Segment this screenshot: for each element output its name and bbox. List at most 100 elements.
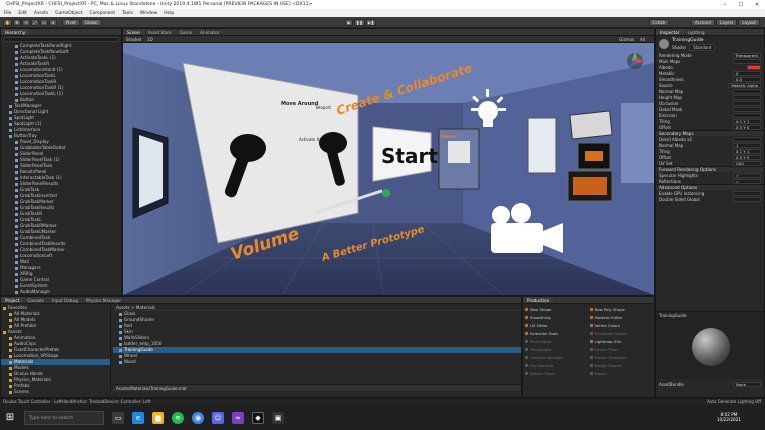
tab-input-debug[interactable]: Input Debug	[48, 297, 82, 303]
tab-game[interactable]: Game	[176, 29, 196, 35]
probuilder-tool-button[interactable]: Detach Faces	[525, 370, 588, 377]
global-toggle[interactable]: Global	[80, 18, 102, 26]
layout-dropdown[interactable]: Layout	[738, 19, 760, 26]
material-preview-sphere[interactable]	[692, 328, 730, 366]
hierarchy-search-input[interactable]	[3, 37, 119, 42]
prop-value[interactable]	[733, 112, 761, 118]
prop-value[interactable]	[733, 190, 761, 196]
menu-file[interactable]: File	[4, 11, 11, 16]
spotify-icon[interactable]: ≋	[172, 411, 184, 424]
probuilder-tool-button[interactable]: Pivot Editor	[525, 338, 588, 345]
probuilder-tool-button[interactable]: Material Editor	[589, 314, 653, 321]
probuilder-tool-button[interactable]: Subdivide Object	[589, 330, 653, 337]
edge-icon[interactable]: e	[132, 411, 144, 424]
probuilder-tool-button[interactable]: Merge Objects	[589, 362, 653, 369]
tab-console[interactable]: Console	[23, 297, 48, 303]
windows-start-icon[interactable]: ⊞	[4, 412, 16, 424]
maximize-icon[interactable]: ☐	[733, 2, 749, 8]
transform-tool-icon[interactable]: ⊕	[48, 18, 57, 26]
menu-window[interactable]: Window	[140, 11, 157, 16]
probuilder-tool-button[interactable]: Smoothing	[525, 314, 588, 321]
taskbar-clock[interactable]: 8:02 PM 10/22/2021	[717, 412, 741, 422]
prop-value[interactable]: ✓	[733, 178, 761, 184]
tab-production[interactable]: Production	[523, 297, 554, 303]
gizmos-dropdown[interactable]: Gizmos	[619, 37, 634, 42]
move-tool-icon[interactable]: ✥	[12, 18, 21, 26]
probuilder-tool-button[interactable]: Triangulate	[525, 346, 588, 353]
tab-physics-manager[interactable]: Physics Manager	[82, 297, 125, 303]
probuilder-tool-button[interactable]: Lightmap UVs	[589, 338, 653, 345]
menu-edit[interactable]: Edit	[18, 11, 27, 16]
prop-value[interactable]	[733, 94, 761, 100]
tab-scene[interactable]: Scene	[123, 29, 144, 35]
prop-value[interactable]	[733, 88, 761, 94]
prop-value[interactable]	[733, 106, 761, 112]
minimize-icon[interactable]: –	[717, 2, 733, 8]
chrome-icon[interactable]: ◉	[192, 411, 204, 424]
probuilder-tool-button[interactable]: Center Pivot	[589, 346, 653, 353]
prop-value[interactable]	[733, 100, 761, 106]
assetbundle-dropdown[interactable]: None	[733, 381, 761, 387]
prop-value[interactable]: Metallic Alpha	[728, 82, 761, 88]
menu-gameobject[interactable]: GameObject	[55, 11, 82, 16]
project-folder-item[interactable]: Scenes	[1, 389, 110, 395]
prop-value[interactable]	[733, 196, 761, 202]
probuilder-tool-button[interactable]: New Shape	[525, 306, 588, 313]
menu-tools[interactable]: Tools	[122, 11, 133, 16]
prop-value[interactable]: 0	[733, 70, 761, 76]
tab-asset-store[interactable]: Asset Store	[144, 29, 176, 35]
prop-value[interactable]: X 0 Y 0	[733, 154, 761, 160]
prop-value[interactable]: X 1 Y 1	[733, 118, 761, 124]
discord-icon[interactable]: ☺	[212, 411, 224, 424]
unity-icon[interactable]: ◆	[252, 411, 264, 424]
probuilder-tool-button[interactable]: Vertex Colors	[589, 322, 653, 329]
account-dropdown[interactable]: Account	[690, 19, 716, 26]
probuilder-tool-button[interactable]: Flip Normals	[525, 362, 588, 369]
prop-value[interactable]: 0.5	[733, 76, 761, 82]
probuilder-tool-button[interactable]: Selection Tools	[525, 330, 588, 337]
tab-project[interactable]: Project	[1, 297, 24, 303]
play-button[interactable]: ▶	[345, 19, 353, 26]
probuilder-tool-button[interactable]: Conform Normals	[525, 354, 588, 361]
collab-button[interactable]: Collab	[648, 19, 669, 26]
tab-animator[interactable]: Animator	[196, 29, 223, 35]
tab-hierarchy[interactable]: Hierarchy	[1, 29, 30, 35]
menu-component[interactable]: Component	[90, 11, 116, 16]
layers-dropdown[interactable]: Layers	[716, 19, 738, 26]
rect-tool-icon[interactable]: ▭	[39, 18, 48, 26]
tab-lighting[interactable]: Lighting	[684, 29, 709, 35]
probuilder-tool-button[interactable]: UV Editor	[525, 322, 588, 329]
prop-value[interactable]	[747, 64, 761, 70]
visual-studio-icon[interactable]: ∞	[232, 411, 244, 424]
prop-value[interactable]: X 1 Y 1	[733, 148, 761, 154]
shading-mode-dropdown[interactable]: Shaded	[126, 37, 141, 42]
close-icon[interactable]: ✕	[749, 2, 765, 8]
project-file-item[interactable]: Wood	[113, 359, 521, 365]
probuilder-tool-button[interactable]: Freeze Transform	[589, 354, 653, 361]
scene-search-input[interactable]: All	[640, 37, 645, 42]
window-icon[interactable]: ▣	[272, 411, 284, 424]
probuilder-tool-button[interactable]: Export	[589, 370, 653, 377]
file-explorer-icon[interactable]: ▆	[152, 411, 164, 424]
prop-value[interactable]: 1	[733, 142, 761, 148]
prop-value[interactable]	[733, 58, 761, 64]
prop-value[interactable]: UV0	[733, 160, 761, 166]
menu-help[interactable]: Help	[164, 11, 174, 16]
scale-tool-icon[interactable]: ⤢	[30, 18, 39, 26]
shader-dropdown[interactable]: Standard	[689, 43, 716, 51]
pivot-toggle[interactable]: Pivot	[61, 18, 80, 26]
hand-tool-icon[interactable]: ✋	[3, 18, 12, 26]
prop-value[interactable]: ✓	[733, 172, 761, 178]
step-button[interactable]: ▶❚	[365, 19, 377, 26]
rotate-tool-icon[interactable]: ⟲	[21, 18, 30, 26]
prop-value[interactable]: Transparent	[732, 52, 761, 58]
2d-toggle[interactable]: 2D	[147, 37, 153, 42]
probuilder-tool-button[interactable]: New Poly Shape	[589, 306, 653, 313]
pause-button[interactable]: ❚❚	[354, 19, 365, 26]
prop-value[interactable]	[733, 136, 761, 142]
taskbar-search-input[interactable]: Type here to search	[24, 410, 104, 425]
task-view-icon[interactable]: ▭	[112, 411, 124, 424]
prop-value[interactable]: X 0 Y 0	[733, 124, 761, 130]
menu-assets[interactable]: Assets	[34, 11, 48, 16]
scene-viewport[interactable]: Move Around Activate It Teleport Grab It…	[123, 43, 654, 295]
